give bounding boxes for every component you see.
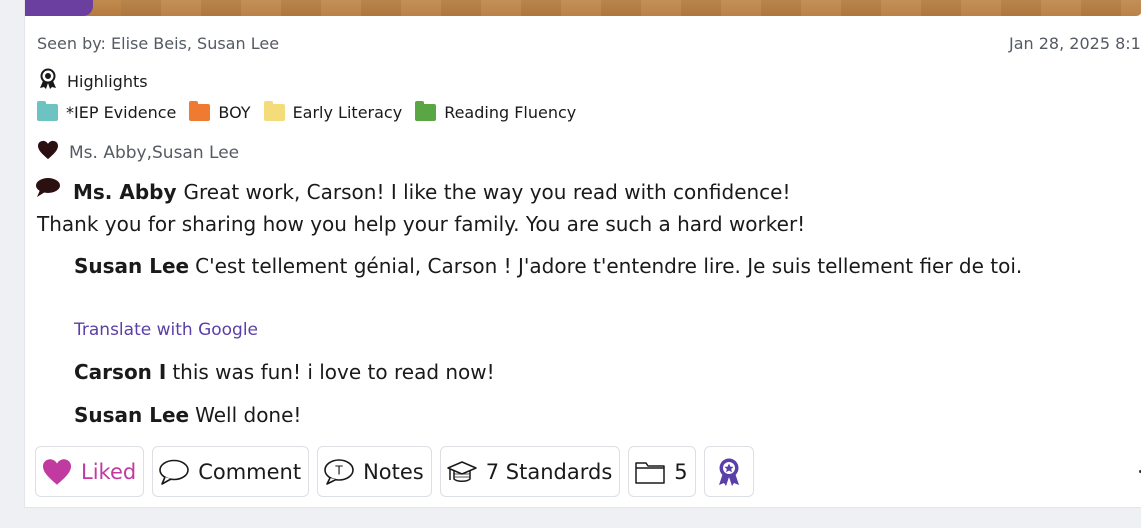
- folders-button[interactable]: 5: [628, 446, 696, 497]
- svg-text:T: T: [334, 463, 343, 477]
- folder-tags: *IEP Evidence BOY Early Literacy Reading…: [37, 101, 589, 122]
- comment-text-line1: Great work, Carson! I like the way you r…: [183, 180, 791, 204]
- reply-text: this was fun! i love to read now!: [172, 360, 495, 384]
- standards-label: 7 Standards: [485, 459, 613, 484]
- reply-text: Well done!: [195, 403, 302, 427]
- highlight-award-button[interactable]: [703, 446, 754, 497]
- liked-by-names: Ms. Abby,Susan Lee: [69, 142, 240, 163]
- heart-icon: [41, 458, 73, 486]
- folder-tag-label: *IEP Evidence: [66, 103, 177, 122]
- liked-label: Liked: [81, 459, 137, 484]
- comment-button[interactable]: Comment: [152, 446, 310, 497]
- folder-tag-iep-evidence[interactable]: *IEP Evidence: [37, 101, 177, 122]
- folder-icon: [634, 458, 666, 486]
- post-date: Jan 28, 2025 8:1: [1009, 34, 1141, 53]
- speech-bubble-icon: [35, 176, 61, 208]
- folder-tag-reading-fluency[interactable]: Reading Fluency: [415, 101, 577, 122]
- comment-ms-abby: Ms. Abby Great work, Carson! I like the …: [35, 176, 805, 240]
- heart-icon: [37, 140, 59, 165]
- post-action-bar: Liked Comment T Notes 7 Standards 5: [35, 446, 754, 497]
- folder-tag-early-literacy[interactable]: Early Literacy: [263, 101, 403, 122]
- comment-label: Comment: [198, 459, 302, 484]
- notes-t-icon: T: [323, 458, 355, 486]
- reply-carson: Carson Ithis was fun! i love to read now…: [74, 360, 495, 384]
- reply-author: Susan Lee: [74, 254, 190, 278]
- post-photo[interactable]: [25, 0, 1141, 16]
- reply-susan-lee-french: Susan Lee C'est tellement génial, Carson …: [74, 254, 1022, 278]
- folders-count: 5: [674, 459, 688, 484]
- folder-icon: [415, 101, 437, 121]
- speech-bubble-icon: [158, 458, 190, 486]
- folder-icon: [189, 101, 211, 121]
- reply-author: Susan Lee: [74, 403, 190, 427]
- award-badge-icon: [714, 457, 744, 487]
- graduation-cap-icon: [446, 458, 478, 486]
- reply-susan-lee: Susan Lee Well done!: [74, 403, 301, 427]
- highlights-row[interactable]: Highlights: [37, 68, 148, 94]
- reply-text: C'est tellement génial, Carson ! J'adore…: [195, 254, 1023, 278]
- notes-label: Notes: [363, 459, 424, 484]
- folder-tag-label: BOY: [218, 103, 251, 122]
- activity-post-card: Seen by: Elise Beis, Susan Lee Jan 28, 2…: [24, 0, 1141, 508]
- reply-author: Carson I: [74, 360, 167, 384]
- highlights-label: Highlights: [67, 71, 148, 91]
- seen-by-text: Seen by: Elise Beis, Susan Lee: [37, 34, 280, 53]
- folder-icon: [37, 101, 58, 121]
- notes-button[interactable]: T Notes: [317, 446, 432, 497]
- comment-text-line2: Thank you for sharing how you help your …: [37, 212, 806, 236]
- standards-button[interactable]: 7 Standards: [439, 446, 621, 497]
- liked-by-row: Ms. Abby,Susan Lee: [37, 140, 239, 165]
- highlights-ribbon-icon: [37, 68, 59, 94]
- liked-button[interactable]: Liked: [35, 446, 145, 497]
- folder-tag-label: Early Literacy: [292, 103, 403, 122]
- folder-icon: [263, 101, 285, 121]
- translate-with-google-link[interactable]: Translate with Google: [74, 320, 258, 340]
- comment-author: Ms. Abby: [73, 180, 177, 204]
- folder-tag-boy[interactable]: BOY: [189, 101, 251, 122]
- folder-tag-label: Reading Fluency: [444, 103, 577, 122]
